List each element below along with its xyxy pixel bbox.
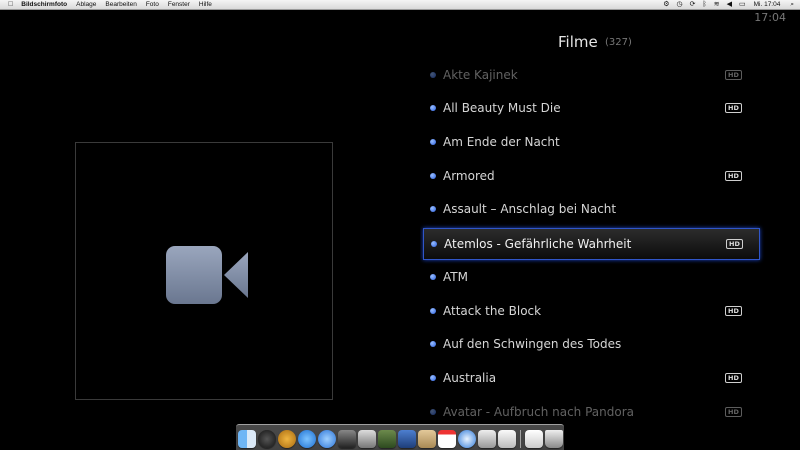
bullet-icon bbox=[430, 375, 436, 381]
movie-title: Am Ende der Nacht bbox=[443, 135, 560, 149]
hd-badge: HD bbox=[725, 171, 742, 181]
hd-badge: HD bbox=[725, 70, 742, 80]
movie-title: Assault – Anschlag bei Nacht bbox=[443, 202, 617, 216]
spotlight-search-icon[interactable]: ⌕ bbox=[790, 1, 794, 9]
photo-icon[interactable] bbox=[377, 430, 396, 448]
bullet-icon bbox=[430, 206, 436, 212]
clock: 17:04 bbox=[754, 11, 786, 24]
page-title: Filme bbox=[558, 33, 598, 51]
menu-ablage[interactable]: Ablage bbox=[76, 1, 96, 8]
finder-icon[interactable] bbox=[237, 430, 256, 448]
hd-badge: HD bbox=[725, 407, 742, 417]
documents-icon[interactable] bbox=[524, 430, 543, 448]
list-item[interactable]: Attack the Block HD bbox=[423, 296, 760, 328]
menu-hilfe[interactable]: Hilfe bbox=[199, 1, 212, 8]
apple-menu-icon[interactable]:  bbox=[8, 1, 13, 8]
menu-foto[interactable]: Foto bbox=[146, 1, 159, 8]
bullet-icon bbox=[430, 308, 436, 314]
appstore-icon[interactable] bbox=[297, 430, 316, 448]
dock bbox=[236, 424, 564, 450]
preview-icon[interactable] bbox=[397, 430, 416, 448]
bullet-icon bbox=[430, 105, 436, 111]
bullet-icon bbox=[430, 341, 436, 347]
list-item[interactable]: Auf den Schwingen des Todes bbox=[423, 329, 760, 361]
hd-badge: HD bbox=[725, 373, 742, 383]
bullet-icon bbox=[430, 173, 436, 179]
bullet-icon bbox=[430, 274, 436, 280]
movie-title: Akte Kajinek bbox=[443, 68, 518, 82]
volume-icon[interactable]: ◀ bbox=[727, 1, 732, 8]
hd-badge: HD bbox=[726, 239, 743, 249]
movie-list[interactable]: Akte Kajinek HD All Beauty Must Die HD A… bbox=[420, 58, 765, 428]
menu-bar:  Bildschirmfoto Ablage Bearbeiten Foto … bbox=[0, 0, 800, 10]
list-item[interactable]: Australia HD bbox=[423, 363, 760, 395]
image-icon[interactable] bbox=[497, 430, 516, 448]
dock-divider bbox=[519, 430, 521, 448]
bluetooth-icon[interactable]: ᛒ bbox=[703, 1, 707, 8]
app-menu[interactable]: Bildschirmfoto bbox=[21, 1, 67, 8]
list-item-selected[interactable]: Atemlos - Gefährliche Wahrheit HD bbox=[423, 228, 760, 260]
dashboard-icon[interactable] bbox=[257, 430, 276, 448]
menu-fenster[interactable]: Fenster bbox=[168, 1, 190, 8]
list-item[interactable]: Armored HD bbox=[423, 161, 760, 193]
bullet-icon bbox=[430, 409, 436, 415]
movie-title: ATM bbox=[443, 270, 468, 284]
movie-thumbnail bbox=[75, 142, 333, 400]
movie-title: Atemlos - Gefährliche Wahrheit bbox=[444, 237, 632, 251]
list-item[interactable]: Assault – Anschlag bei Nacht bbox=[423, 194, 760, 226]
movie-title: Avatar - Aufbruch nach Pandora bbox=[443, 405, 635, 419]
menu-bearbeiten[interactable]: Bearbeiten bbox=[105, 1, 136, 8]
gear-icon[interactable]: ⚙ bbox=[663, 1, 669, 8]
itunes-icon[interactable] bbox=[317, 430, 336, 448]
contacts-icon[interactable] bbox=[417, 430, 436, 448]
movie-title: All Beauty Must Die bbox=[443, 101, 561, 115]
movie-title: Australia bbox=[443, 371, 497, 385]
utility-icon[interactable] bbox=[477, 430, 496, 448]
sync-icon[interactable]: ⟳ bbox=[690, 1, 696, 8]
list-item[interactable]: ATM bbox=[423, 262, 760, 294]
menu-clock[interactable]: Mi. 17:04 bbox=[754, 1, 781, 8]
movie-title: Attack the Block bbox=[443, 304, 542, 318]
movie-title: Armored bbox=[443, 169, 495, 183]
hamster-icon[interactable] bbox=[277, 430, 296, 448]
movie-title: Auf den Schwingen des Todes bbox=[443, 337, 622, 351]
calendar-icon[interactable] bbox=[437, 430, 456, 448]
hd-badge: HD bbox=[725, 306, 742, 316]
item-count: (327) bbox=[605, 37, 632, 48]
bullet-icon bbox=[431, 241, 437, 247]
list-item[interactable]: Akte Kajinek HD bbox=[423, 60, 760, 92]
trash-icon[interactable] bbox=[544, 430, 563, 448]
timemachine-icon[interactable]: ◷ bbox=[677, 1, 683, 8]
inkjar-icon[interactable] bbox=[337, 430, 356, 448]
video-camera-icon bbox=[166, 246, 248, 304]
bullet-icon bbox=[430, 72, 436, 78]
hd-badge: HD bbox=[725, 103, 742, 113]
safari-icon[interactable] bbox=[457, 430, 476, 448]
directory-utility-icon[interactable] bbox=[357, 430, 376, 448]
wifi-icon[interactable]: ≋ bbox=[714, 1, 720, 8]
bullet-icon bbox=[430, 139, 436, 145]
list-item[interactable]: All Beauty Must Die HD bbox=[423, 93, 760, 125]
list-item[interactable]: Am Ende der Nacht bbox=[423, 127, 760, 159]
battery-icon[interactable]: ▭ bbox=[739, 1, 746, 8]
